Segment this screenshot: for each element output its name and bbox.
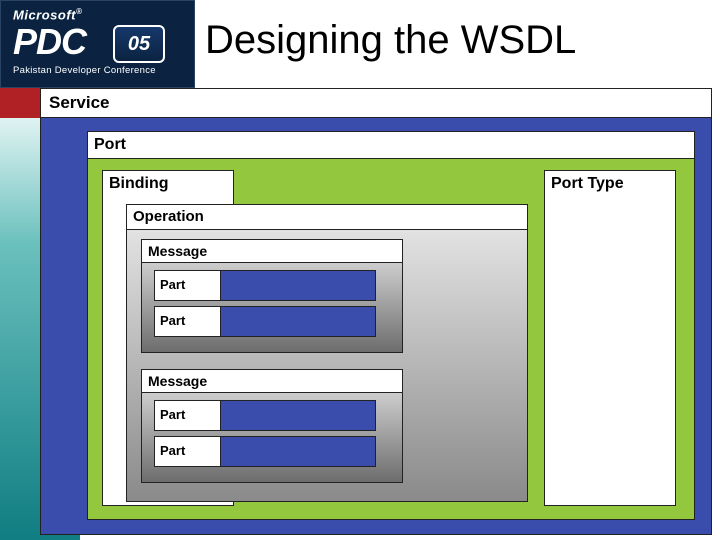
part-label: Part [155, 437, 221, 466]
part-label: Part [155, 307, 221, 336]
port-label: Port [88, 132, 694, 159]
message-box: Message Part Part [141, 369, 403, 483]
operation-box: Operation Message Part Part Message Part… [126, 204, 528, 502]
pdc-text: PDC [13, 21, 86, 63]
pdc-year-badge: 05 [113, 25, 165, 63]
part-box: Part [154, 306, 376, 337]
red-accent-tab [0, 88, 40, 118]
message-label: Message [142, 370, 402, 393]
part-box: Part [154, 400, 376, 431]
port-type-box: Port Type [544, 170, 676, 506]
message-box: Message Part Part [141, 239, 403, 353]
part-label: Part [155, 401, 221, 430]
part-box: Part [154, 436, 376, 467]
service-box: Service Port Binding Port Type Operation… [40, 88, 712, 535]
conference-name: Pakistan Developer Conference [13, 65, 156, 76]
binding-label: Binding [103, 171, 233, 197]
pdc-logo-block: Microsoft® PDC 05 Pakistan Developer Con… [0, 0, 195, 88]
service-label: Service [41, 89, 711, 118]
port-box: Port Binding Port Type Operation Message… [87, 131, 695, 520]
port-type-label: Port Type [545, 171, 675, 197]
part-box: Part [154, 270, 376, 301]
part-label: Part [155, 271, 221, 300]
message-label: Message [142, 240, 402, 263]
slide-title: Designing the WSDL [205, 18, 576, 63]
registered-mark: ® [76, 7, 82, 16]
operation-label: Operation [127, 205, 527, 230]
